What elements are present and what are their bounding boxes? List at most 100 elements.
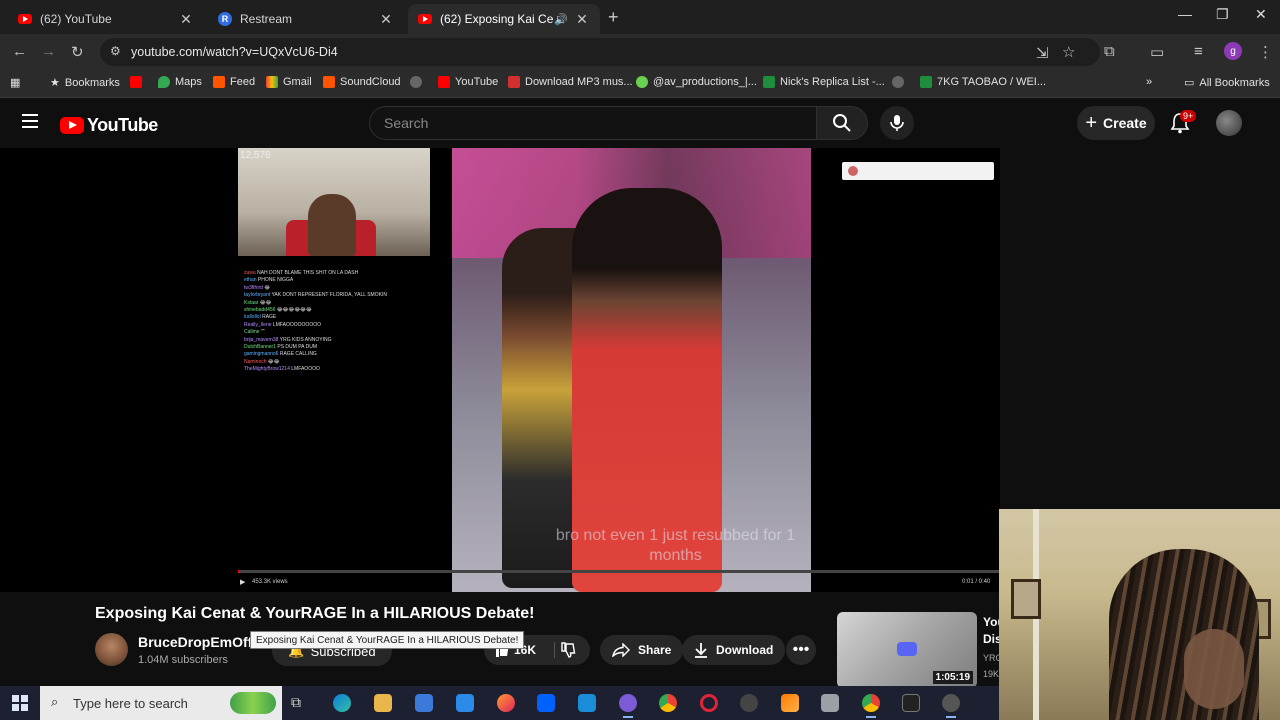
- youtube-icon: [18, 12, 32, 26]
- firefox-icon[interactable]: [497, 694, 515, 712]
- new-tab-icon[interactable]: +: [608, 7, 619, 28]
- person-face: [1184, 629, 1244, 709]
- tab-title: (62) Exposing Kai Cenat & Y: [440, 12, 554, 26]
- video-title: Exposing Kai Cenat & YourRAGE In a HILAR…: [95, 605, 535, 622]
- create-button[interactable]: + Create: [1077, 106, 1155, 140]
- title-tooltip: Exposing Kai Cenat & YourRAGE In a HILAR…: [250, 631, 525, 649]
- search-button[interactable]: [816, 106, 868, 140]
- chrome-icon[interactable]: [659, 694, 677, 712]
- thumbs-down-icon[interactable]: [560, 641, 576, 659]
- related-video-thumbnail[interactable]: 1:05:19: [837, 612, 977, 688]
- youtube-play-icon: [60, 117, 84, 134]
- tab-title: Restream: [240, 12, 293, 26]
- play-icon[interactable]: ▶: [240, 578, 245, 586]
- chrome-profile-icon[interactable]: [862, 694, 880, 718]
- file-explorer-icon[interactable]: [374, 694, 392, 712]
- share-icon: [612, 643, 630, 657]
- bookmark-youtube-icon-only[interactable]: [130, 76, 147, 88]
- account-avatar[interactable]: [1216, 110, 1242, 136]
- wall-picture-frame: [1011, 579, 1041, 619]
- hamburger-menu-icon[interactable]: [22, 114, 38, 128]
- clip-caption: bro not even 1 just resubbed for 1 month…: [555, 527, 796, 564]
- bookmark-download-mp3[interactable]: Download MP3 mus...: [508, 76, 633, 88]
- bookmark-gmail[interactable]: Gmail: [266, 76, 312, 88]
- site-info-icon[interactable]: ⚙: [110, 44, 121, 58]
- close-icon[interactable]: ✕: [178, 11, 194, 28]
- notion-icon[interactable]: [902, 694, 920, 712]
- close-icon[interactable]: ✕: [574, 11, 590, 28]
- fl-studio-icon[interactable]: [781, 694, 799, 712]
- window-close-icon[interactable]: ✕: [1255, 6, 1267, 23]
- channel-name[interactable]: BruceDropEmOff: [138, 634, 252, 650]
- url-text: youtube.com/watch?v=UQxVcU6-Di4: [131, 45, 338, 59]
- bookmark-av-productions[interactable]: @av_productions_|...: [636, 76, 757, 88]
- download-button[interactable]: Download: [682, 635, 786, 665]
- back-icon[interactable]: ←: [12, 43, 27, 60]
- reload-icon[interactable]: ↻: [71, 43, 84, 61]
- bookmark-soundcloud[interactable]: SoundCloud: [323, 76, 401, 88]
- soundcloud-icon: [213, 76, 225, 88]
- extensions-icon[interactable]: ⧉: [1104, 43, 1115, 60]
- bookmark-maps[interactable]: Maps: [158, 76, 202, 88]
- bookmarks-bar: ▦ ★ Bookmarks Maps Feed Gmail SoundCloud …: [0, 70, 1280, 98]
- tab-restream[interactable]: R Restream ✕: [208, 4, 404, 34]
- discord-icon[interactable]: [619, 694, 637, 718]
- bookmark-feed[interactable]: Feed: [213, 76, 255, 88]
- taskbar-search-input[interactable]: ⌕ Type here to search: [40, 686, 282, 720]
- chevron-right-icon[interactable]: »: [1146, 76, 1152, 88]
- tab-youtube[interactable]: (62) YouTube ✕: [8, 4, 204, 34]
- search-input[interactable]: Search: [369, 106, 817, 140]
- progress-bar[interactable]: [238, 570, 1000, 573]
- mail-icon[interactable]: [456, 694, 474, 712]
- share-button[interactable]: Share: [600, 635, 684, 665]
- windows-start-icon[interactable]: [12, 695, 28, 711]
- minimize-icon[interactable]: —: [1178, 6, 1192, 22]
- restream-icon: R: [218, 12, 232, 26]
- sheets-icon: [763, 76, 775, 88]
- bookmark-star-icon[interactable]: ☆: [1062, 43, 1075, 61]
- dropbox-icon[interactable]: [537, 694, 555, 712]
- voice-search-button[interactable]: [880, 106, 914, 140]
- kebab-menu-icon[interactable]: ⋮: [1258, 43, 1273, 61]
- side-panel-icon[interactable]: ▭: [1150, 43, 1164, 61]
- video-player[interactable]: 12,576 zuwu NAH DONT BLAME THIS SHIT ON …: [0, 148, 1000, 592]
- channel-avatar[interactable]: [95, 633, 128, 666]
- media-control-icon[interactable]: ≡: [1194, 43, 1203, 60]
- maximize-icon[interactable]: ❐: [1216, 6, 1229, 23]
- embedded-video-clip: bro not even 1 just resubbed for 1 month…: [452, 148, 811, 592]
- app-icon-2[interactable]: [821, 694, 839, 712]
- opera-icon[interactable]: [700, 694, 718, 712]
- obs-icon[interactable]: [942, 694, 960, 718]
- store-icon[interactable]: [415, 694, 433, 712]
- apps-grid-icon[interactable]: ▦: [10, 76, 20, 89]
- tab-exposing-kai-cenat[interactable]: (62) Exposing Kai Cenat & Y 🔊 ✕: [408, 4, 600, 34]
- edge-icon[interactable]: [333, 694, 351, 712]
- youtube-icon: [418, 12, 432, 26]
- bookmark-globe[interactable]: [410, 76, 427, 88]
- install-app-icon[interactable]: ⇲: [1036, 44, 1049, 62]
- bookmark-7kg-taobao[interactable]: 7KG TAOBAO / WEI...: [920, 76, 1046, 88]
- gmail-icon: [266, 76, 278, 88]
- bookmark-globe-2[interactable]: [892, 76, 909, 88]
- download-icon: [508, 76, 520, 88]
- bookmark-nicks-replica[interactable]: Nick's Replica List -...: [763, 76, 885, 88]
- time-display: 0:01 / 0:40: [962, 579, 991, 585]
- task-view-icon[interactable]: ⧉: [291, 694, 309, 712]
- bookmark-bookmarks[interactable]: ★ Bookmarks: [50, 76, 120, 90]
- youtube-logo[interactable]: YouTube: [60, 115, 158, 136]
- close-icon[interactable]: ✕: [378, 11, 394, 28]
- bookmark-youtube[interactable]: YouTube: [438, 76, 498, 88]
- all-bookmarks[interactable]: ▭ All Bookmarks: [1184, 76, 1270, 90]
- address-bar[interactable]: ⚙ youtube.com/watch?v=UQxVcU6-Di4 ⇲ ☆: [100, 38, 1100, 66]
- forward-icon[interactable]: →: [41, 43, 56, 60]
- more-actions-icon[interactable]: •••: [786, 635, 816, 665]
- chat-line: DutchBanner1 PS DUM PA DUM: [244, 344, 317, 351]
- profile-avatar[interactable]: g: [1224, 42, 1242, 60]
- chat-line: tw3fthird 😂: [244, 284, 271, 291]
- stream-chat-overlay: zuwu NAH DONT BLAME THIS SHIT ON LA DASH…: [244, 270, 387, 374]
- 4k-downloader-icon[interactable]: [740, 694, 758, 712]
- youtube-header: YouTube Search + Create 9+: [0, 98, 1280, 148]
- app-icon[interactable]: [578, 694, 596, 712]
- download-icon: [695, 643, 707, 658]
- speaker-icon[interactable]: 🔊: [554, 13, 568, 26]
